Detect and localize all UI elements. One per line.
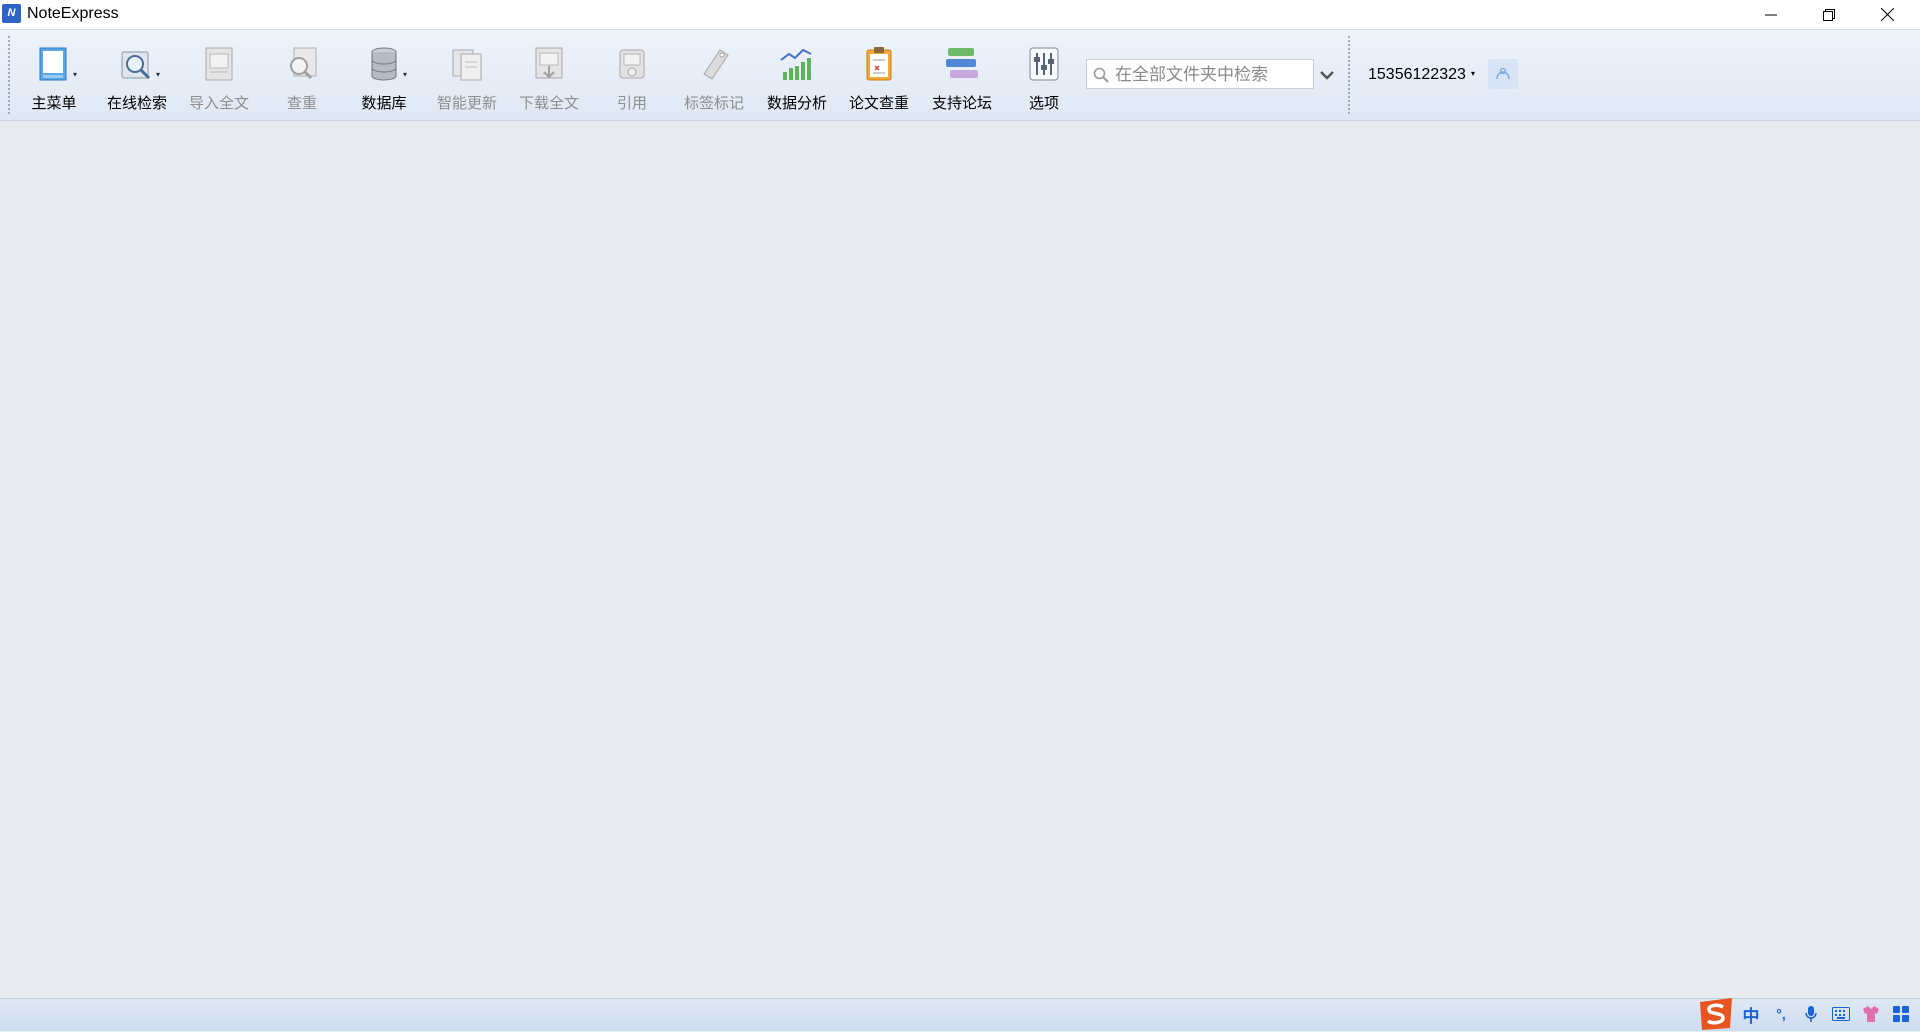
dropdown-arrow[interactable]: ▾ [156, 70, 160, 79]
smart-update-label: 智能更新 [436, 95, 497, 112]
database-icon [371, 47, 397, 81]
forum-label: 支持论坛 [931, 95, 992, 112]
import-fulltext-button[interactable]: 导入全文 [181, 42, 257, 114]
minimize-icon [1765, 14, 1777, 15]
tag-icon [703, 49, 729, 80]
duplicate-check-icon [290, 47, 317, 80]
app-logo-icon[interactable]: N [2, 4, 21, 23]
tag-button[interactable]: 标签标记 [676, 42, 752, 114]
user-avatar-button[interactable] [1488, 59, 1518, 89]
options-icon [1029, 47, 1059, 81]
minimize-button[interactable] [1742, 0, 1800, 29]
import-fulltext-label: 导入全文 [188, 95, 249, 112]
duplicate-check-label: 查重 [286, 95, 317, 112]
ime-toolbar: 中 °, [1696, 998, 1916, 1030]
cite-button[interactable]: 引用 [594, 42, 670, 114]
paper-check-button[interactable]: 论文查重 [841, 42, 917, 114]
options-label: 选项 [1028, 95, 1059, 112]
main-menu-label: 主菜单 [31, 95, 77, 112]
duplicate-check-button[interactable]: 查重 [264, 42, 340, 114]
data-analysis-label: 数据分析 [766, 95, 827, 112]
smart-update-icon [452, 49, 482, 81]
search-box [1086, 59, 1314, 89]
user-dropdown-arrow[interactable]: ▾ [1471, 69, 1475, 78]
smart-update-button[interactable]: 智能更新 [429, 42, 505, 114]
window-title: NoteExpress [27, 5, 119, 22]
forum-icon [946, 48, 978, 78]
search-scope-dropdown-icon[interactable] [1316, 64, 1338, 86]
tag-label: 标签标记 [683, 95, 744, 112]
data-analysis-icon [780, 48, 812, 80]
paper-check-icon [866, 47, 892, 81]
restore-icon [1823, 8, 1835, 21]
main-workspace [1, 121, 1919, 998]
paper-check-label: 论文查重 [848, 95, 909, 112]
import-fulltext-icon [205, 47, 233, 81]
grid-icon[interactable] [1886, 1000, 1916, 1028]
download-fulltext-button[interactable]: 下载全文 [511, 42, 587, 114]
restore-button[interactable] [1800, 0, 1858, 29]
close-icon [1880, 8, 1894, 21]
search-icon [1093, 67, 1109, 83]
online-search-icon [121, 51, 151, 80]
cite-label: 引用 [616, 95, 647, 112]
toolbar-grip[interactable] [1348, 36, 1350, 114]
cite-icon [619, 49, 645, 79]
close-button[interactable] [1858, 0, 1916, 29]
mic-icon[interactable] [1796, 1000, 1826, 1028]
dropdown-arrow[interactable]: ▾ [73, 70, 77, 79]
user-icon [1496, 67, 1510, 80]
sogou-logo-icon[interactable] [1696, 998, 1736, 1030]
search-input[interactable] [1113, 62, 1312, 88]
data-analysis-button[interactable]: 数据分析 [759, 42, 835, 114]
skin-icon[interactable] [1856, 1000, 1886, 1028]
main-toolbar: ▾ 主菜单 ▾ 在线检索 导入全文 查重 ▾ 数据库 智能更新 下载全文 引用 … [0, 30, 1920, 121]
options-button[interactable]: 选项 [1006, 42, 1082, 114]
main-menu-button[interactable]: ▾ 主菜单 [16, 42, 92, 114]
main-menu-icon [39, 47, 67, 81]
online-search-button[interactable]: ▾ 在线检索 [99, 42, 175, 114]
title-bar: N NoteExpress [0, 0, 1920, 30]
download-fulltext-icon [535, 47, 563, 79]
user-account[interactable]: 15356122323 [1368, 66, 1466, 84]
ime-punctuation[interactable]: °, [1766, 1000, 1796, 1028]
online-search-label: 在线检索 [106, 95, 167, 112]
toolbar-grip[interactable] [8, 36, 10, 114]
download-fulltext-label: 下载全文 [518, 95, 579, 112]
keyboard-icon[interactable] [1826, 1000, 1856, 1028]
ime-mode-chinese[interactable]: 中 [1736, 1000, 1766, 1028]
database-button[interactable]: ▾ 数据库 [346, 42, 422, 114]
status-bar [0, 998, 1920, 1031]
database-label: 数据库 [361, 95, 407, 112]
forum-button[interactable]: 支持论坛 [924, 42, 1000, 114]
dropdown-arrow[interactable]: ▾ [403, 70, 407, 79]
